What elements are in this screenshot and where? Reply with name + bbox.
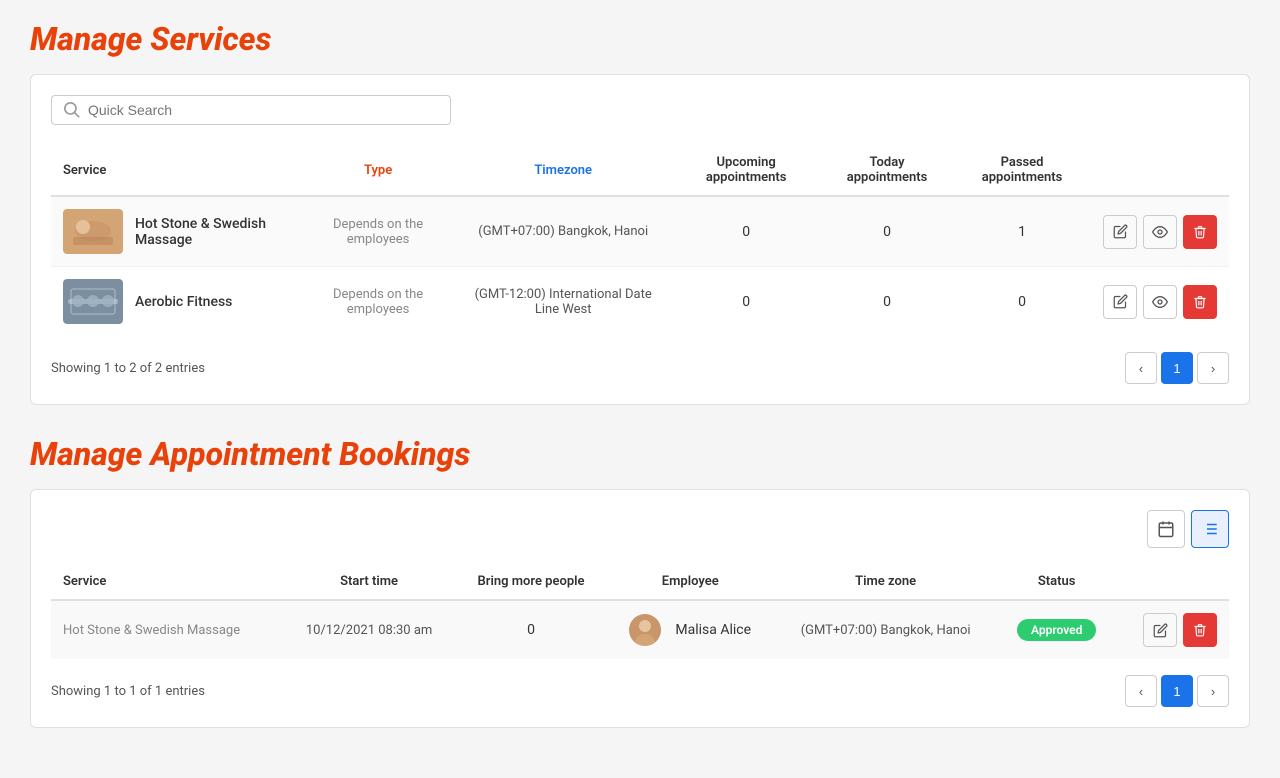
bookings-card: Service Start time Bring more people Emp… [30,489,1250,728]
edit-service-btn[interactable] [1103,215,1137,249]
services-page-controls: ‹ 1 › [1125,352,1229,384]
bcol-header-employee: Employee [606,564,774,600]
avatar-image [629,614,661,646]
bookings-page-1-btn[interactable]: 1 [1161,675,1193,707]
service-passed-cell: 1 [953,196,1091,267]
page-title-bookings: Manage Appointment Bookings [30,435,1250,473]
service-upcoming-cell: 0 [671,267,821,337]
bookings-table: Service Start time Bring more people Emp… [51,564,1229,659]
bookings-showing: Showing 1 to 1 of 1 entries [51,684,205,699]
col-header-passed: Passed appointments [953,145,1091,196]
services-pagination: Showing 1 to 2 of 2 entries ‹ 1 › [51,352,1229,384]
bcol-header-actions [1116,564,1229,600]
service-type-cell: Depends on the employees [301,196,455,267]
search-wrapper [51,95,451,125]
service-image [63,209,123,254]
bookings-page-controls: ‹ 1 › [1125,675,1229,707]
bcol-header-service: Service [51,564,282,600]
service-name-cell: Aerobic Fitness [51,267,301,337]
services-table: Service Type Timezone Upcoming appointme… [51,145,1229,336]
booking-status-cell: Approved [997,600,1116,659]
service-type-cell: Depends on the employees [301,267,455,337]
bookings-table-row: Hot Stone & Swedish Massage 10/12/2021 0… [51,600,1229,659]
view-toggle [51,510,1229,548]
avatar [629,614,661,646]
service-timezone-cell: (GMT-12:00) International Date Line West [455,267,671,337]
calendar-icon [1157,520,1175,538]
service-name: Aerobic Fitness [135,294,232,310]
bcol-header-timezone: Time zone [774,564,997,600]
service-image [63,279,123,324]
view-service-btn[interactable] [1143,285,1177,319]
bcol-header-bring: Bring more people [456,564,607,600]
edit-icon [1113,224,1128,239]
services-table-row: Hot Stone & Swedish Massage Depends on t… [51,196,1229,267]
booking-employee-cell: Malisa Alice [606,600,774,659]
list-icon [1201,520,1219,538]
service-name-cell: Hot Stone & Swedish Massage [51,196,301,267]
booking-start-cell: 10/12/2021 08:30 am [282,600,455,659]
col-header-today: Today appointments [821,145,953,196]
delete-service-btn[interactable] [1183,285,1217,319]
services-next-btn[interactable]: › [1197,352,1229,384]
trash-icon [1193,225,1207,239]
calendar-view-btn[interactable] [1147,510,1185,548]
services-showing: Showing 1 to 2 of 2 entries [51,361,205,376]
bcol-header-start: Start time [282,564,455,600]
trash-icon [1193,295,1207,309]
search-input[interactable] [88,102,438,118]
trash-icon [1193,623,1207,637]
bookings-pagination: Showing 1 to 1 of 1 entries ‹ 1 › [51,675,1229,707]
status-badge: Approved [1017,619,1096,641]
services-prev-btn[interactable]: ‹ [1125,352,1157,384]
list-view-btn[interactable] [1191,510,1229,548]
service-actions-cell [1091,196,1229,267]
bookings-prev-btn[interactable]: ‹ [1125,675,1157,707]
booking-timezone-cell: (GMT+07:00) Bangkok, Hanoi [774,600,997,659]
service-timezone-cell: (GMT+07:00) Bangkok, Hanoi [455,196,671,267]
delete-service-btn[interactable] [1183,215,1217,249]
services-table-row: Aerobic Fitness Depends on the employees… [51,267,1229,337]
employee-name: Malisa Alice [675,622,751,638]
booking-bring-cell: 0 [456,600,607,659]
delete-booking-btn[interactable] [1183,613,1217,647]
view-service-btn[interactable] [1143,215,1177,249]
page-title-services: Manage Services [30,20,1250,58]
edit-service-btn[interactable] [1103,285,1137,319]
col-header-service: Service [51,145,301,196]
booking-service-cell: Hot Stone & Swedish Massage [51,600,282,659]
edit-icon [1113,294,1128,309]
col-header-actions [1091,145,1229,196]
service-today-cell: 0 [821,196,953,267]
service-name: Hot Stone & Swedish Massage [135,216,289,248]
bookings-next-btn[interactable]: › [1197,675,1229,707]
edit-booking-btn[interactable] [1143,613,1177,647]
eye-icon [1152,224,1168,240]
service-passed-cell: 0 [953,267,1091,337]
service-upcoming-cell: 0 [671,196,821,267]
col-header-type: Type [301,145,455,196]
search-icon [64,102,80,118]
service-today-cell: 0 [821,267,953,337]
col-header-upcoming: Upcoming appointments [671,145,821,196]
search-container [51,95,1229,125]
services-page-1-btn[interactable]: 1 [1161,352,1193,384]
bcol-header-status: Status [997,564,1116,600]
booking-actions-cell [1116,600,1229,659]
eye-icon [1152,294,1168,310]
service-actions-cell [1091,267,1229,337]
services-card: Service Type Timezone Upcoming appointme… [30,74,1250,405]
edit-icon [1153,623,1168,638]
col-header-timezone: Timezone [455,145,671,196]
